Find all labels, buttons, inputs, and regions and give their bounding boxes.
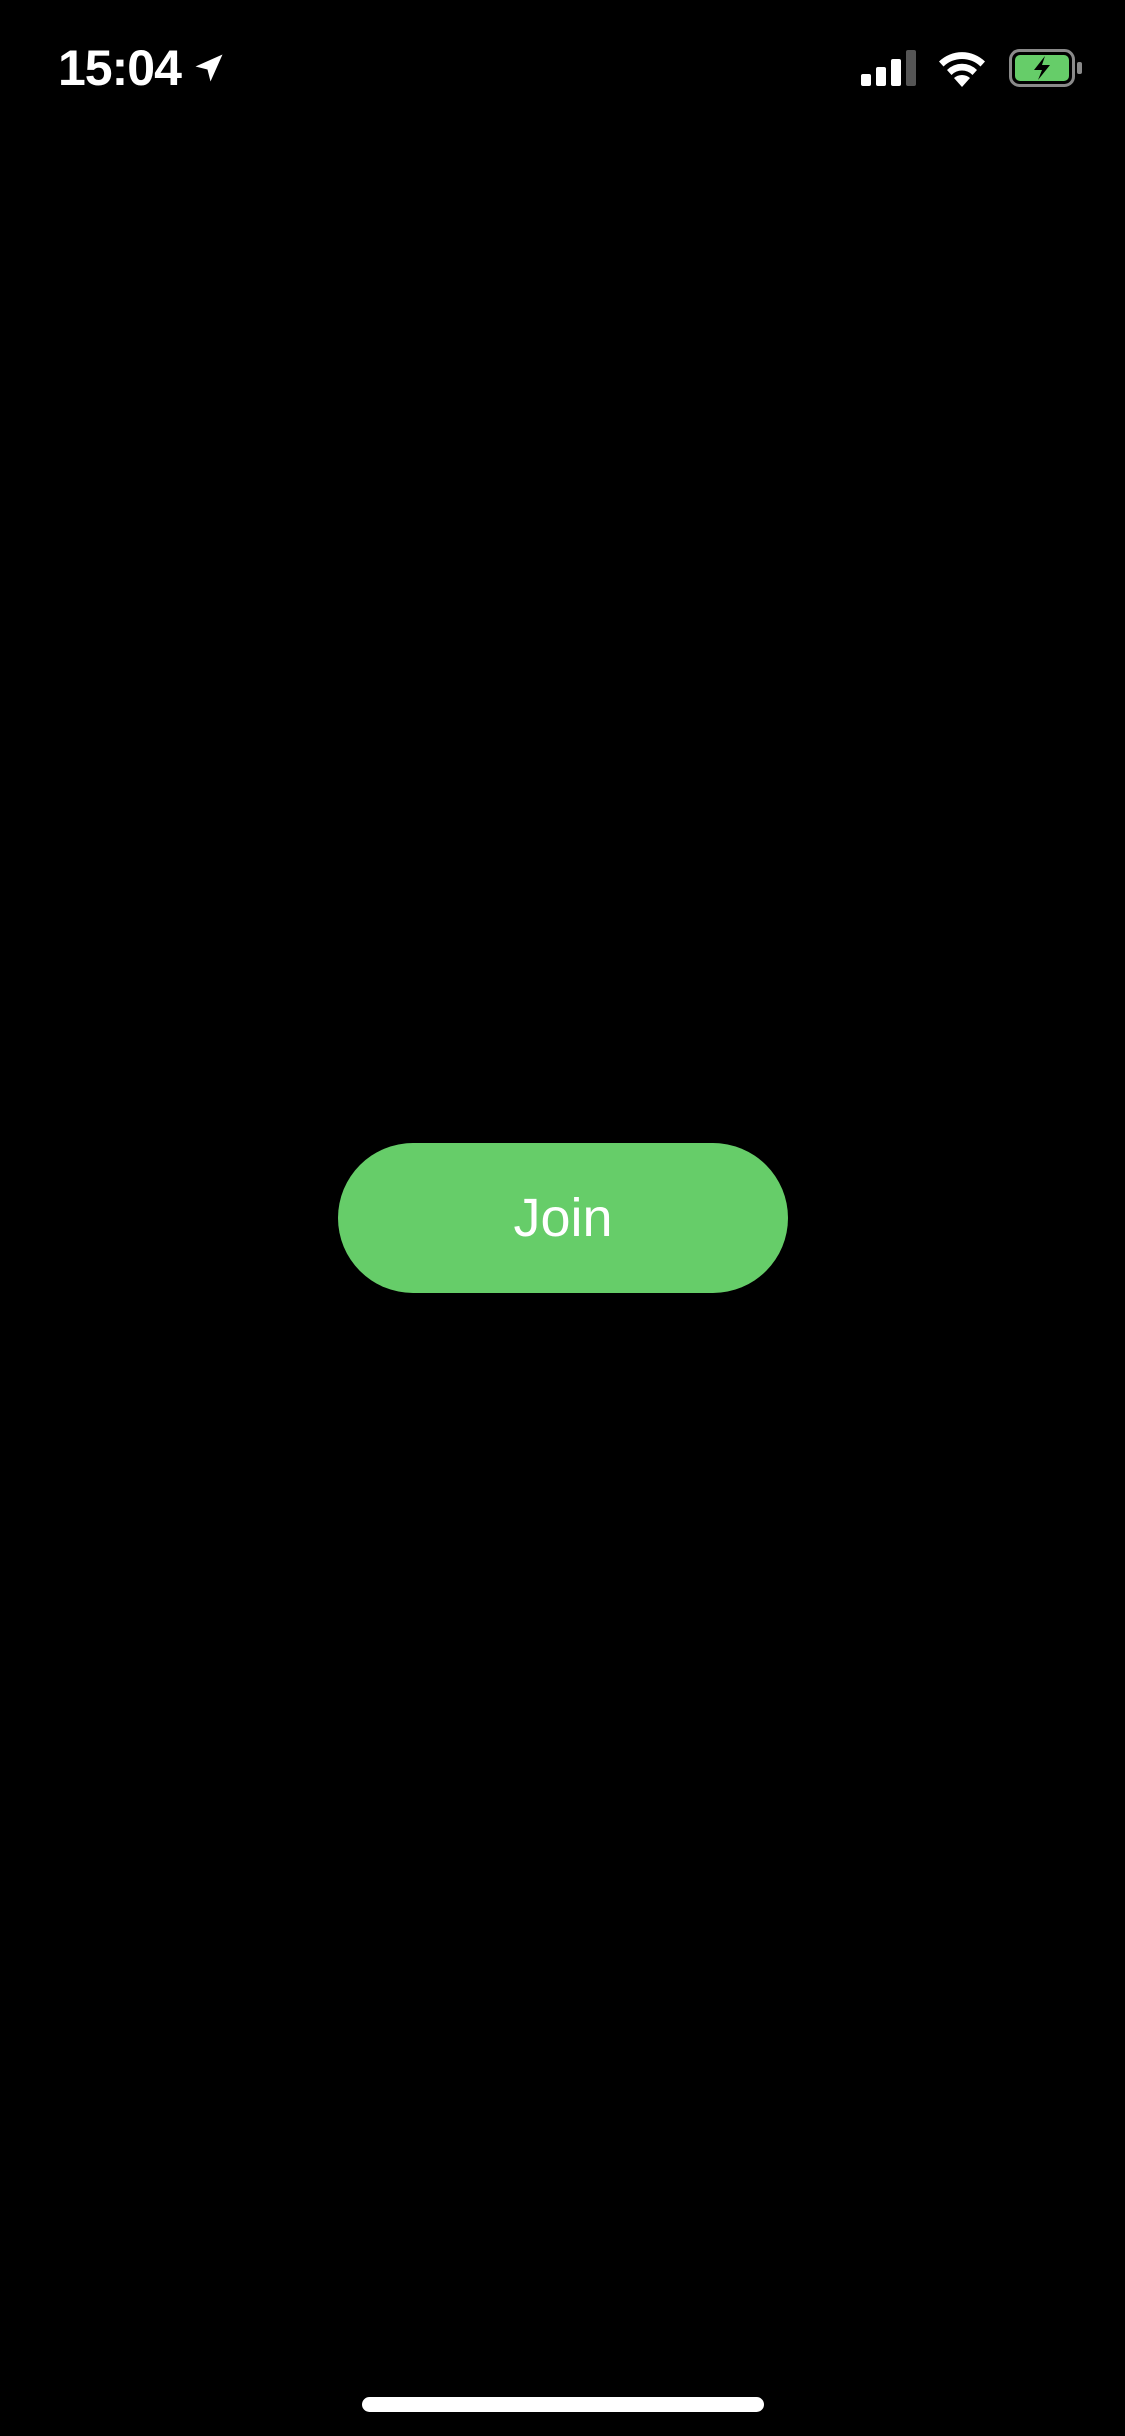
location-arrow-icon: [195, 54, 223, 82]
wifi-icon: [939, 52, 985, 87]
home-indicator[interactable]: [362, 2397, 764, 2412]
join-button[interactable]: Join: [338, 1143, 788, 1293]
status-bar: 15:04: [0, 0, 1125, 132]
app-screen: 15:04 Join: [0, 0, 1125, 2436]
battery-charging-icon: [1009, 49, 1082, 87]
status-icons: [861, 46, 1083, 90]
cellular-signal-icon: [861, 50, 916, 86]
status-time: 15:04: [58, 40, 182, 96]
status-time-group: 15:04: [58, 38, 227, 98]
